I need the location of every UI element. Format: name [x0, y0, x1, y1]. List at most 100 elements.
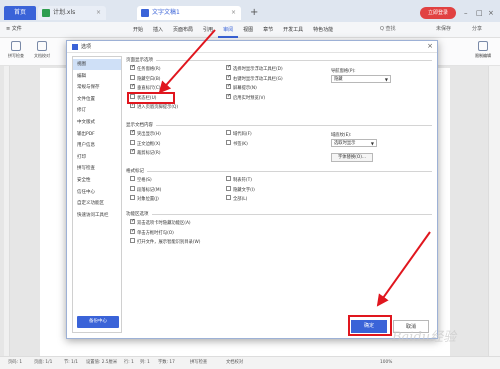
nav-item[interactable]: 输出PDF — [73, 129, 121, 140]
close-icon[interactable]: × — [427, 42, 433, 50]
checkbox-option[interactable]: 启用实时预览(V) — [226, 93, 265, 102]
search-button[interactable]: Q 查找 — [380, 25, 396, 32]
nav-item[interactable]: 常规与保存 — [73, 82, 121, 93]
ribbon-tab[interactable]: 审阅 — [218, 22, 239, 38]
wps-app-icon — [72, 44, 78, 50]
checkbox-option[interactable]: 制表符(T) — [226, 176, 252, 184]
share-button[interactable]: 分享 — [472, 25, 482, 32]
ribbon-tab[interactable]: 开发工具 — [278, 22, 308, 38]
checkbox-option[interactable]: 进入页眉页脚提示(Q) — [130, 102, 178, 111]
checkbox[interactable] — [226, 64, 231, 70]
status-spell-check[interactable]: 拼写检查 — [190, 357, 207, 369]
nav-item[interactable]: 拼写检查 — [73, 163, 121, 174]
checkbox[interactable] — [130, 228, 135, 234]
checkbox[interactable] — [130, 195, 135, 201]
checkbox-option[interactable]: 空格(S) — [130, 176, 152, 184]
checkbox-option[interactable]: 双击选项卡时隐藏功能区(A) — [130, 218, 191, 227]
checkbox-option[interactable]: 段落标记(M) — [130, 185, 161, 194]
home-tab[interactable]: 首页 — [4, 6, 36, 20]
checkbox-option[interactable]: 屏幕提示(N) — [226, 83, 257, 92]
nav-pane-select[interactable]: 隐藏 ▼ — [331, 75, 391, 83]
checkbox-option[interactable]: 打开文件，展示智能识别目录(W) — [130, 238, 200, 246]
login-button[interactable]: 立即登录 — [420, 7, 456, 19]
checkbox[interactable] — [130, 148, 135, 155]
checkbox[interactable] — [226, 185, 231, 191]
checkbox-option[interactable]: 右键时显示浮动工具栏(G) — [226, 74, 283, 83]
nav-pane-value: 隐藏 — [334, 77, 343, 82]
close-tab-icon[interactable]: × — [96, 6, 101, 20]
checkbox[interactable] — [130, 185, 135, 191]
checkbox-option[interactable]: 隐藏空白(B) — [130, 74, 161, 83]
status-doc-proof[interactable]: 文档校对 — [226, 357, 243, 369]
checkbox[interactable] — [226, 83, 231, 90]
field-shading-select[interactable]: 选取时显示 ▼ — [331, 139, 377, 147]
checkbox-option[interactable]: 全部(L) — [226, 195, 247, 203]
tab-spreadsheet-label: 计划.xls — [53, 9, 76, 16]
checkbox-option[interactable]: 对象位置(J) — [130, 195, 159, 203]
checkbox[interactable] — [130, 129, 135, 135]
nav-item[interactable]: 编辑 — [73, 71, 121, 82]
nav-item[interactable]: 视图 — [73, 59, 121, 70]
checkbox[interactable] — [130, 238, 135, 244]
group-title: 页面显示选项 — [126, 57, 156, 63]
close-window-icon[interactable]: × — [488, 6, 494, 20]
checkbox-option[interactable]: 隐藏文字(I) — [226, 185, 255, 194]
checkbox[interactable] — [226, 195, 231, 201]
checkbox-option[interactable]: 单击方框时打勾(O) — [130, 228, 174, 237]
ribbon-tab[interactable]: 特色功能 — [308, 22, 338, 38]
font-replace-button[interactable]: 字体替换(O)... — [331, 153, 373, 162]
checkbox-option[interactable]: 裁剪标记(R) — [130, 148, 161, 157]
checkbox[interactable] — [130, 218, 135, 224]
nav-item[interactable]: 文件位置 — [73, 94, 121, 105]
ribbon-tab[interactable]: 视图 — [238, 22, 258, 38]
ribbon-tab[interactable]: 章节 — [258, 22, 278, 38]
checkbox[interactable] — [226, 130, 231, 135]
minimize-icon[interactable]: – — [464, 6, 468, 20]
checkbox-option[interactable]: 任务窗格(R) — [130, 64, 161, 73]
spell-check-button[interactable]: 拼写检查 — [4, 41, 28, 59]
maximize-icon[interactable]: □ — [476, 6, 483, 20]
nav-item[interactable]: 用户信息 — [73, 140, 121, 151]
doc-proof-button[interactable]: 文档校对 — [30, 41, 54, 59]
checkbox-option[interactable]: 突出显示(H) — [130, 129, 161, 138]
checkbox[interactable] — [226, 74, 231, 80]
file-menu[interactable]: ≡ 文件 — [6, 25, 22, 32]
nav-item[interactable]: 打印 — [73, 152, 121, 163]
checkbox[interactable] — [130, 83, 135, 90]
checkbox-label: 隐藏空白(B) — [137, 76, 161, 82]
checkbox-option[interactable]: 选择时显示浮动工具栏(D) — [226, 64, 283, 73]
ribbon-tab[interactable]: 页面布局 — [168, 22, 198, 38]
restrict-edit-label: 限制编辑 — [475, 53, 491, 58]
checkbox[interactable] — [130, 176, 135, 181]
checkbox[interactable] — [226, 139, 231, 145]
nav-item[interactable]: 快速访问工具栏 — [73, 210, 121, 221]
restrict-edit-icon — [478, 41, 488, 51]
nav-item[interactable]: 修订 — [73, 105, 121, 116]
checkbox[interactable] — [130, 64, 135, 70]
close-tab-icon[interactable]: × — [231, 6, 236, 20]
checkbox-option[interactable]: 书签(K) — [226, 139, 248, 148]
new-tab-icon[interactable]: + — [250, 6, 258, 20]
options-nav: 视图 编辑 常规与保存 文件位置 修订 中文版式 输出PDF 用户信息 打印 拼写检查 安全性 信任中… — [72, 56, 122, 333]
nav-item[interactable]: 信任中心 — [73, 187, 121, 198]
restrict-edit-button[interactable]: 限制编辑 — [470, 41, 496, 59]
checkbox[interactable] — [130, 74, 135, 80]
backup-center-button[interactable]: 备份中心 — [77, 316, 119, 328]
tab-document[interactable]: 文字文稿1 × — [137, 6, 241, 20]
checkbox[interactable] — [130, 139, 135, 145]
ribbon-tab[interactable]: 引用 — [198, 22, 218, 38]
checkbox-option[interactable]: 正文边框(X) — [130, 139, 160, 148]
checkbox[interactable] — [226, 176, 231, 181]
nav-item[interactable]: 中文版式 — [73, 117, 121, 128]
nav-item[interactable]: 自定义功能区 — [73, 198, 121, 209]
ribbon-tab[interactable]: 插入 — [148, 22, 168, 38]
checkbox-label: 对象位置(J) — [137, 197, 159, 203]
checkbox[interactable] — [226, 93, 231, 99]
title-tab-bar: 首页 计划.xls × 文字文稿1 × + 立即登录 – □ × — [0, 0, 500, 22]
nav-pane-label: 导航窗格(P): — [331, 69, 356, 74]
nav-item[interactable]: 安全性 — [73, 175, 121, 186]
checkbox-option[interactable]: 域代码(F) — [226, 130, 252, 138]
checkbox[interactable] — [130, 102, 135, 109]
tab-spreadsheet[interactable]: 计划.xls × — [38, 6, 106, 20]
ribbon-tab[interactable]: 开始 — [128, 22, 148, 38]
